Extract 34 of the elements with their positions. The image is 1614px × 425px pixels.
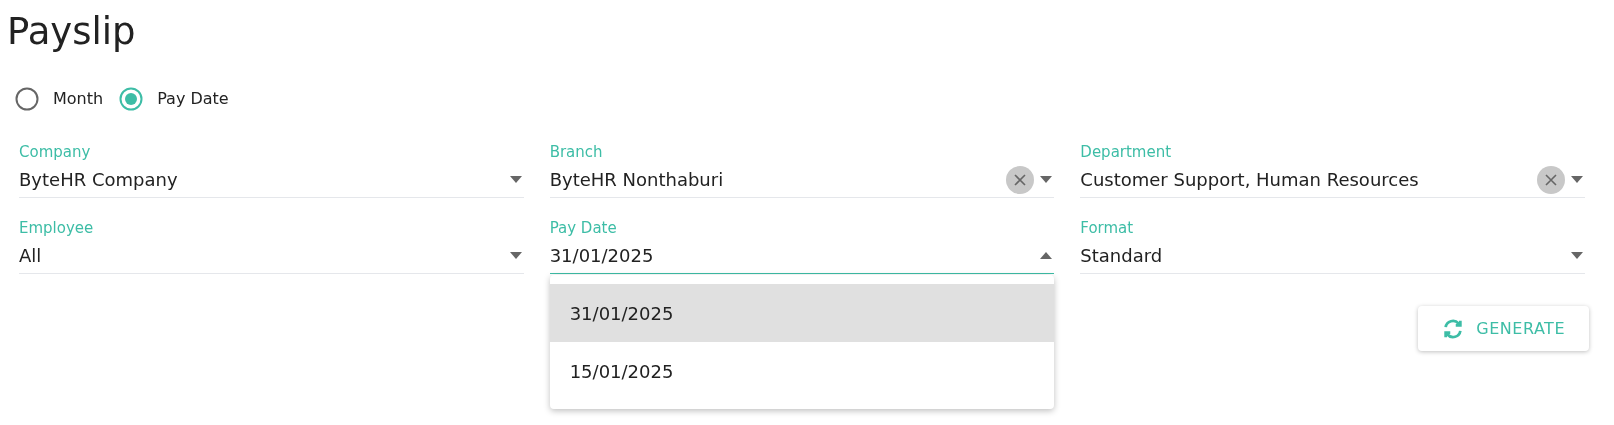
clear-icon[interactable] <box>1006 165 1035 194</box>
caret-icon <box>1040 252 1053 259</box>
select-field[interactable]: Customer Support, Human Resources <box>1080 162 1585 198</box>
select-field[interactable]: 31/01/2025 <box>549 238 1055 274</box>
select-field[interactable]: All <box>19 238 524 274</box>
field-label: Employee <box>19 218 95 238</box>
caret-icon <box>1571 252 1583 259</box>
select-field[interactable]: ByteHR Nonthaburi <box>549 162 1055 198</box>
field-value: Customer Support, Human Resources <box>1080 168 1420 192</box>
radio-label: Month <box>53 88 104 110</box>
page-title: Payslip <box>6 9 137 55</box>
dropdown-option[interactable]: 15/01/2025 <box>549 342 1055 400</box>
clear-icon[interactable] <box>1537 165 1565 194</box>
caret-icon <box>509 252 522 259</box>
field-value: Standard <box>1080 244 1164 268</box>
field-value: All <box>19 244 43 268</box>
field-label: Format <box>1080 218 1135 238</box>
field-value: ByteHR Company <box>19 168 179 192</box>
field-label: Company <box>19 142 92 162</box>
select-field[interactable]: Standard <box>1080 238 1585 274</box>
caret-icon <box>1040 176 1053 183</box>
refresh-icon <box>1442 317 1465 340</box>
field-value: ByteHR Nonthaburi <box>549 168 725 192</box>
radio-button[interactable] <box>15 87 39 111</box>
dropdown-option[interactable]: 31/01/2025 <box>549 284 1055 342</box>
field-label: Branch <box>549 142 604 162</box>
radio-button[interactable] <box>119 87 144 111</box>
field-label: Pay Date <box>549 218 618 238</box>
caret-icon <box>509 176 522 183</box>
field-label: Department <box>1080 142 1173 162</box>
radio-label: Pay Date <box>157 88 229 110</box>
select-field[interactable]: ByteHR Company <box>19 162 524 198</box>
field-value: 31/01/2025 <box>549 244 655 268</box>
caret-icon <box>1571 176 1583 183</box>
